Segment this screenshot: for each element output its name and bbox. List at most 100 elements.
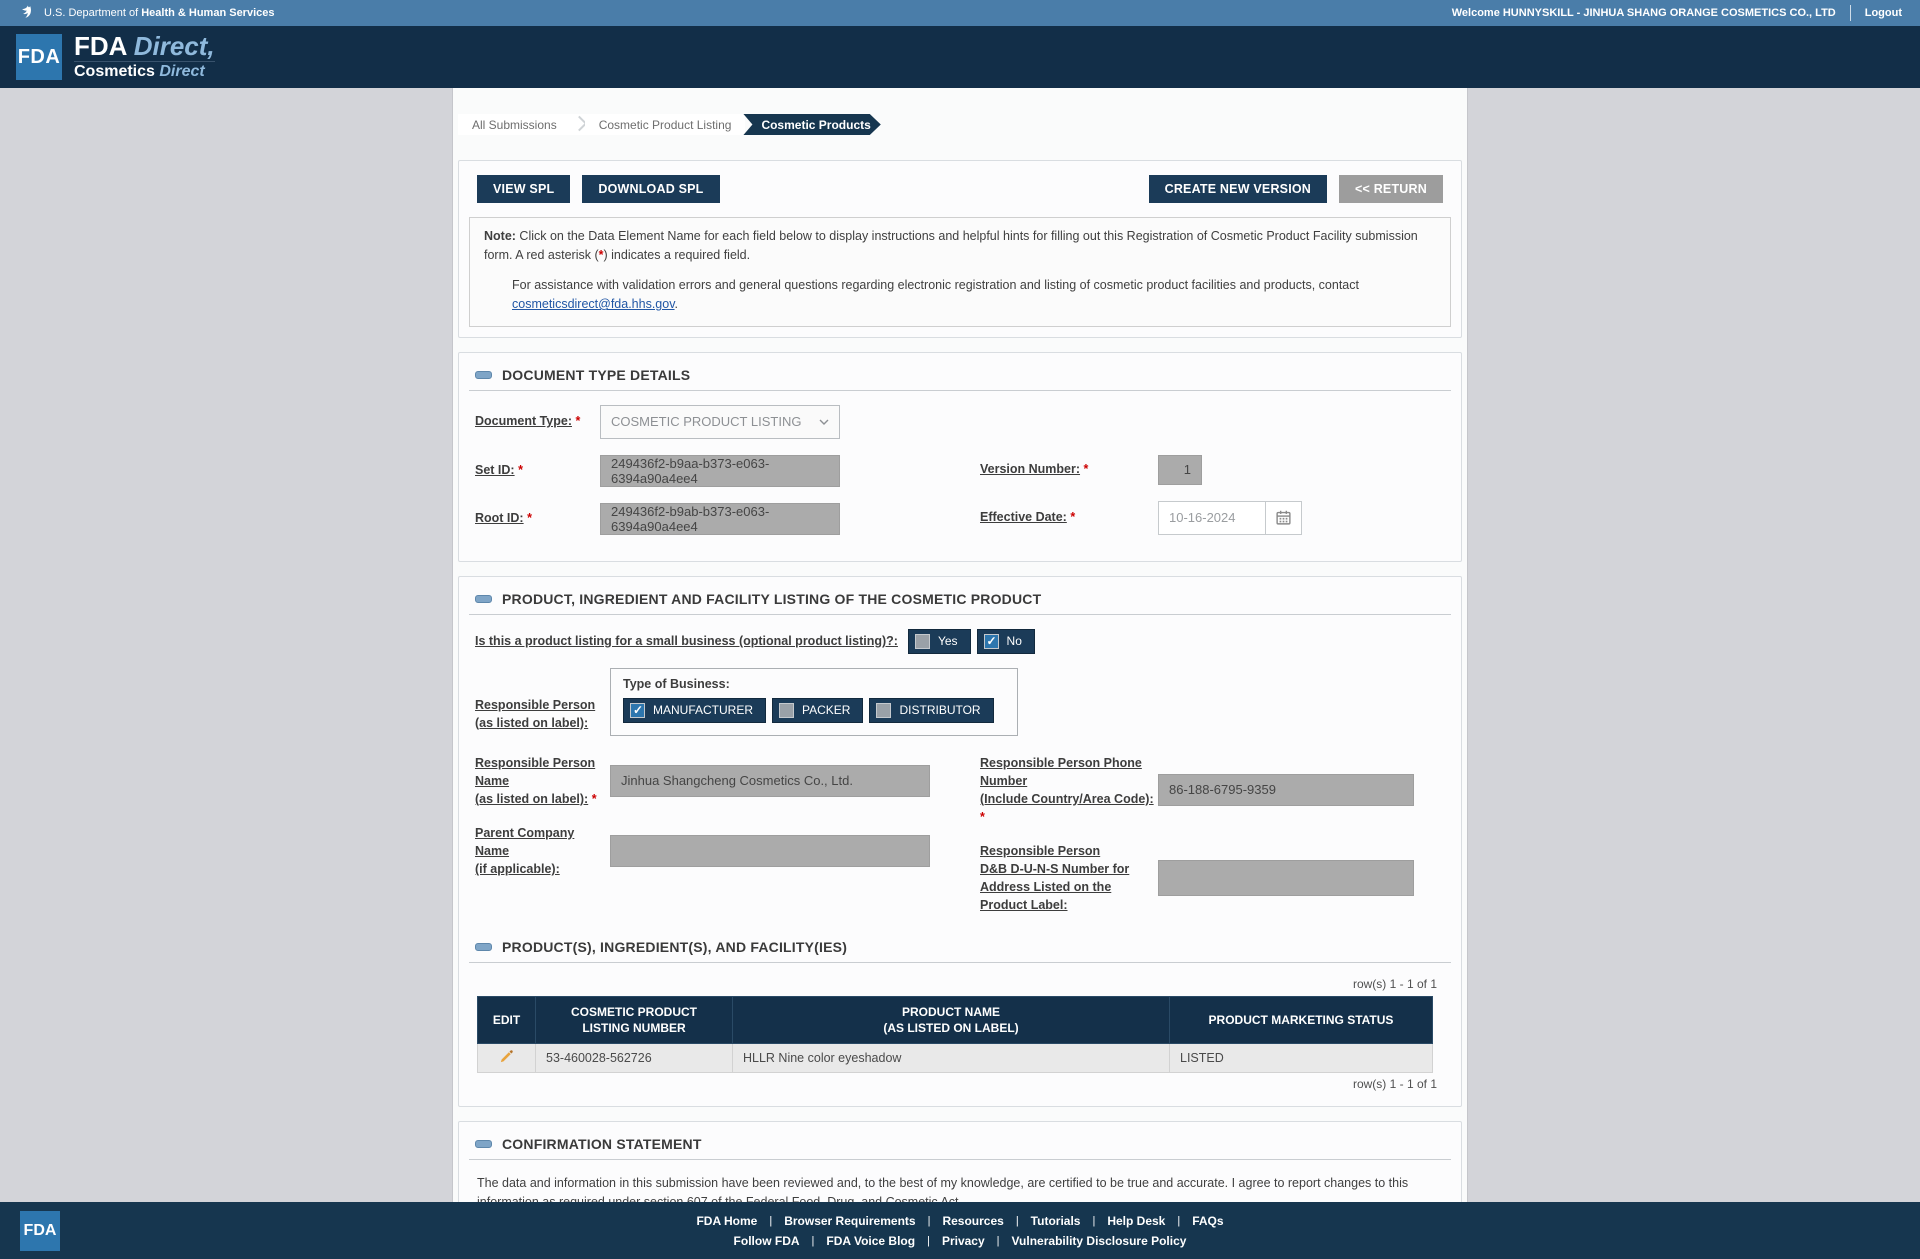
assist-text-end: . — [674, 297, 679, 312]
confirmation-statement-section: CONFIRMATION STATEMENT The data and info… — [458, 1120, 1462, 1202]
responsible-person-name-field: Jinhua Shangcheng Cosmetics Co., Ltd. — [610, 764, 930, 797]
responsible-person-label[interactable]: Responsible Person (as listed on label): — [475, 668, 610, 732]
footer-link-help-desk[interactable]: Help Desk — [1095, 1214, 1177, 1228]
responsible-person-phone-field: 86-188-6795-9359 — [1158, 773, 1414, 806]
marketing-status-column-header: PRODUCT MARKETING STATUS — [1169, 995, 1433, 1044]
duns-number-field — [1158, 860, 1414, 897]
dept-name: Health & Human Services — [141, 7, 275, 19]
breadcrumb-cosmetic-products[interactable]: Cosmetic Products — [743, 114, 880, 135]
document-type-details-header: DOCUMENT TYPE DETAILS — [469, 363, 1451, 391]
breadcrumb-cosmetic-product-listing[interactable]: Cosmetic Product Listing — [584, 114, 746, 135]
create-new-version-button[interactable]: CREATE NEW VERSION — [1148, 175, 1328, 203]
table-row: 53-460028-562726 HLLR Nine color eyeshad… — [477, 1042, 1433, 1073]
collapse-dash-icon[interactable] — [475, 1139, 492, 1148]
checkbox-unchecked-icon — [779, 702, 795, 718]
confirmation-statement-title: CONFIRMATION STATEMENT — [502, 1135, 702, 1152]
root-id-field: 249436f2-b9ab-b373-e063-6394a90a4ee4 — [600, 502, 840, 535]
footer-link-privacy[interactable]: Privacy — [930, 1234, 997, 1248]
confirmation-statement-header: CONFIRMATION STATEMENT — [469, 1132, 1451, 1160]
edit-pencil-icon[interactable] — [499, 1049, 514, 1064]
download-spl-button[interactable]: DOWNLOAD SPL — [582, 175, 720, 203]
listing-number-cell: 53-460028-562726 — [535, 1042, 733, 1073]
responsible-person-phone-label[interactable]: Responsible Person Phone Number (Include… — [980, 754, 1158, 827]
footer-link-resources[interactable]: Resources — [930, 1214, 1015, 1228]
duns-number-label[interactable]: Responsible Person D&B D-U-N-S Number fo… — [980, 842, 1158, 915]
hhs-dept-label: U.S. Department of Health & Human Servic… — [18, 4, 275, 22]
chevron-down-icon — [819, 419, 829, 425]
small-business-no-checkbox[interactable]: No — [976, 628, 1035, 654]
edit-column-header: EDIT — [477, 995, 536, 1044]
collapse-dash-icon[interactable] — [475, 594, 492, 603]
view-spl-button[interactable]: VIEW SPL — [477, 175, 571, 203]
welcome-user-label: Welcome HUNNYSKILL - JINHUA SHANG ORANGE… — [1451, 7, 1836, 19]
fda-logo: FDA — [16, 34, 62, 80]
breadcrumb: All Submissions Cosmetic Product Listing… — [458, 114, 1462, 135]
product-listing-section: PRODUCT, INGREDIENT AND FACILITY LISTING… — [458, 575, 1462, 1107]
collapse-dash-icon[interactable] — [475, 370, 492, 379]
checkbox-unchecked-icon — [914, 633, 930, 649]
logout-link[interactable]: Logout — [1865, 7, 1902, 19]
parent-company-name-field — [610, 835, 930, 868]
app-subtitle-main: Cosmetics — [74, 63, 155, 81]
parent-company-name-label[interactable]: Parent Company Name (if applicable): — [475, 824, 610, 878]
page-background: All Submissions Cosmetic Product Listing… — [0, 88, 1920, 1202]
note-box: Note: Click on the Data Element Name for… — [469, 217, 1451, 327]
app-title-accent: Direct, — [133, 30, 215, 61]
products-table-title: PRODUCT(S), INGREDIENT(S), AND FACILITY(… — [502, 938, 848, 955]
hhs-eagle-icon — [22, 5, 31, 18]
set-id-label[interactable]: Set ID: * — [475, 461, 600, 479]
note-text-end: ) indicates a required field. — [603, 248, 751, 263]
cosmeticsdirect-email-link[interactable]: cosmeticsdirect@fda.hhs.gov — [512, 297, 675, 311]
marketing-status-cell: LISTED — [1169, 1042, 1433, 1073]
topbar-divider — [1849, 5, 1851, 21]
document-type-label[interactable]: Document Type: * — [475, 412, 600, 430]
distributor-checkbox[interactable]: DISTRIBUTOR — [869, 697, 994, 723]
assist-text: For assistance with validation errors an… — [512, 277, 1359, 292]
footer-link-follow-fda[interactable]: Follow FDA — [722, 1234, 812, 1248]
footer-fda-logo: FDA — [20, 1211, 60, 1251]
app-title-main: FDA — [74, 30, 127, 61]
document-type-details-section: DOCUMENT TYPE DETAILS Document Type: * C… — [458, 351, 1462, 562]
breadcrumb-all-submissions[interactable]: All Submissions — [458, 114, 571, 135]
footer-link-fda-home[interactable]: FDA Home — [684, 1214, 769, 1228]
hhs-utility-bar: U.S. Department of Health & Human Servic… — [0, 0, 1920, 26]
responsible-person-name-label[interactable]: Responsible Person Name (as listed on la… — [475, 754, 610, 808]
set-id-field: 249436f2-b9aa-b373-e063-6394a90a4ee4 — [600, 454, 840, 487]
footer-link-vulnerability-disclosure[interactable]: Vulnerability Disclosure Policy — [1000, 1234, 1199, 1248]
confirmation-statement-text: The data and information in this submiss… — [477, 1175, 1409, 1202]
manufacturer-checkbox[interactable]: MANUFACTURER — [623, 697, 767, 723]
dept-prefix: U.S. Department of — [44, 7, 139, 19]
footer-link-tutorials[interactable]: Tutorials — [1019, 1214, 1093, 1228]
products-table: EDIT COSMETIC PRODUCT LISTING NUMBER PROD… — [477, 995, 1433, 1073]
checkbox-checked-icon — [983, 633, 999, 649]
content-column: All Submissions Cosmetic Product Listing… — [452, 88, 1468, 1202]
edit-cell — [477, 1042, 536, 1073]
document-type-select[interactable]: COSMETIC PRODUCT LISTING — [600, 404, 840, 439]
app-subtitle-accent: Direct — [159, 63, 205, 81]
toolbar: VIEW SPL DOWNLOAD SPL CREATE NEW VERSION… — [469, 171, 1451, 207]
effective-date-label[interactable]: Effective Date: * — [980, 508, 1158, 526]
footer-link-faqs[interactable]: FAQs — [1180, 1214, 1235, 1228]
effective-date-input[interactable]: 10-16-2024 — [1158, 500, 1266, 535]
app-header: FDA FDA Direct, Cosmetics Direct — [0, 26, 1920, 88]
version-number-label[interactable]: Version Number: * — [980, 460, 1158, 478]
rows-info-bottom: row(s) 1 - 1 of 1 — [1352, 1076, 1437, 1091]
return-button[interactable]: << RETURN — [1339, 175, 1443, 203]
small-business-question-label[interactable]: Is this a product listing for a small bu… — [475, 632, 898, 650]
effective-date-calendar-button[interactable] — [1266, 500, 1302, 535]
footer-links-row2: Follow FDA | FDA Voice Blog | Privacy | Vul… — [722, 1234, 1199, 1248]
product-name-column-header: PRODUCT NAME (AS LISTED ON LABEL) — [732, 995, 1170, 1044]
checkbox-checked-icon — [630, 702, 645, 718]
packer-checkbox[interactable]: PACKER — [772, 697, 864, 723]
small-business-yes-checkbox[interactable]: Yes — [907, 628, 971, 654]
footer-link-fda-voice-blog[interactable]: FDA Voice Blog — [814, 1234, 927, 1248]
collapse-dash-icon[interactable] — [475, 942, 492, 951]
listing-number-column-header: COSMETIC PRODUCT LISTING NUMBER — [535, 995, 733, 1044]
root-id-label[interactable]: Root ID: * — [475, 509, 600, 527]
document-type-details-title: DOCUMENT TYPE DETAILS — [502, 366, 691, 383]
footer-link-browser-requirements[interactable]: Browser Requirements — [772, 1214, 927, 1228]
rows-info-top: row(s) 1 - 1 of 1 — [1352, 976, 1437, 991]
product-listing-header: PRODUCT, INGREDIENT AND FACILITY LISTING… — [469, 587, 1451, 615]
product-name-cell: HLLR Nine color eyeshadow — [732, 1042, 1170, 1073]
effective-date-field: 10-16-2024 — [1158, 500, 1302, 535]
